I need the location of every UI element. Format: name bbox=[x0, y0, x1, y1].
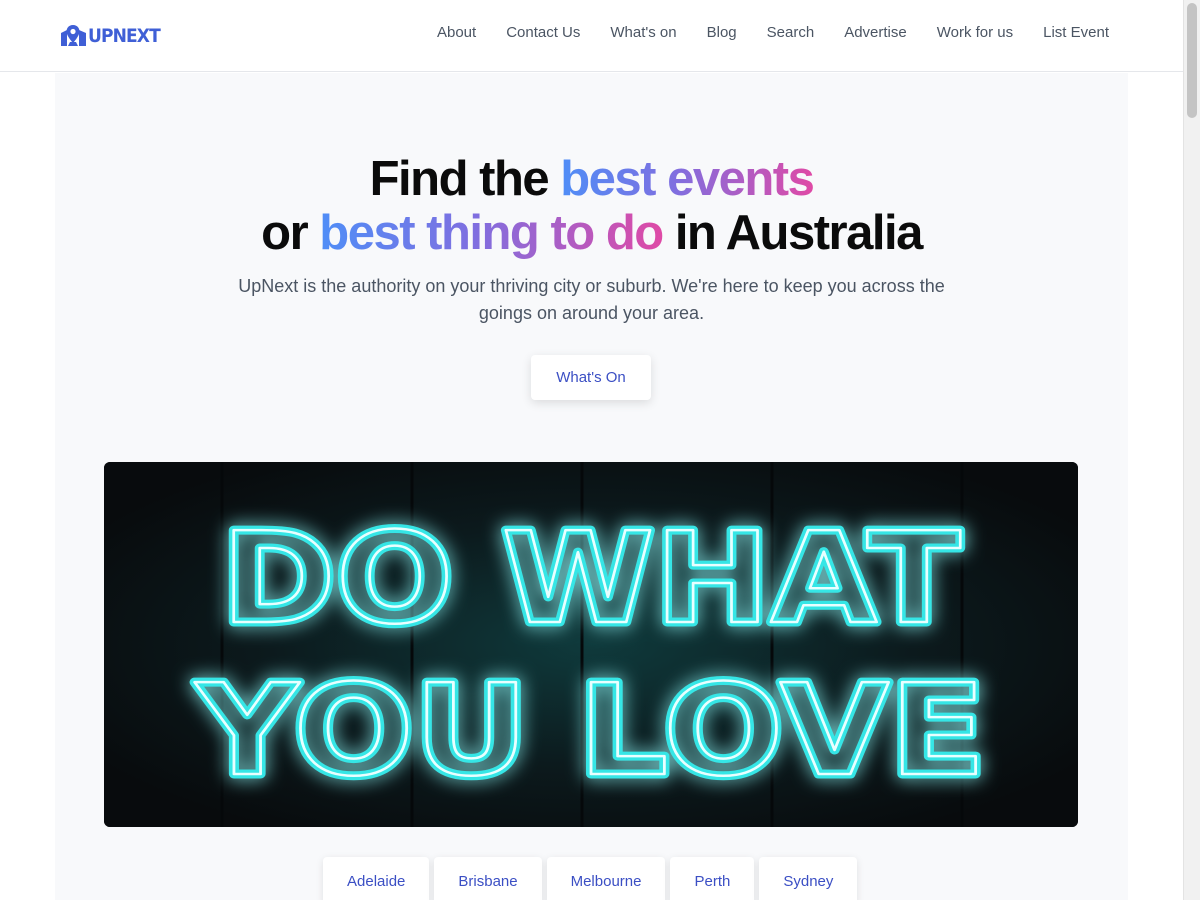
nav-link-list-event[interactable]: List Event bbox=[1043, 24, 1109, 41]
map-pin-icon bbox=[61, 25, 86, 46]
city-button-perth[interactable]: Perth bbox=[670, 857, 755, 900]
nav-link-work-for-us[interactable]: Work for us bbox=[937, 24, 1013, 41]
city-button-adelaide[interactable]: Adelaide bbox=[323, 857, 430, 900]
brand-name: UPNEXT bbox=[88, 25, 161, 47]
nav-link-search[interactable]: Search bbox=[767, 24, 815, 41]
nav-link-whats-on[interactable]: What's on bbox=[610, 24, 676, 41]
hero-subtitle: UpNext is the authority on your thriving… bbox=[238, 276, 945, 323]
nav-link-about[interactable]: About bbox=[437, 24, 476, 41]
nav-link-contact-us[interactable]: Contact Us bbox=[506, 24, 580, 41]
city-button-sydney[interactable]: Sydney bbox=[759, 857, 858, 900]
city-buttons: Adelaide Brisbane Melbourne Perth Sydney bbox=[323, 857, 862, 900]
hero-title-text: Find the bbox=[369, 152, 561, 206]
hero-section: Find the best events or best thing to do… bbox=[55, 73, 1128, 900]
nav-link-advertise[interactable]: Advertise bbox=[844, 24, 907, 41]
hero-title-text: or bbox=[261, 206, 320, 260]
neon-sign-image: DO WHAT DO WHAT YOU LOVE YOU LOVE bbox=[104, 462, 1078, 827]
neon-text-line2-core: YOU LOVE bbox=[194, 657, 986, 804]
hero-title-accent: best events bbox=[560, 152, 815, 206]
scrollbar-thumb[interactable] bbox=[1187, 3, 1197, 118]
neon-text-line1-core: DO WHAT bbox=[221, 505, 961, 652]
vertical-scrollbar[interactable] bbox=[1183, 0, 1200, 900]
hero-title-accent: best thing to do bbox=[319, 206, 664, 260]
brand-logo[interactable]: UPNEXT bbox=[60, 24, 168, 48]
city-button-melbourne[interactable]: Melbourne bbox=[546, 857, 666, 900]
nav-link-blog[interactable]: Blog bbox=[707, 24, 737, 41]
hero-title: Find the best events or best thing to do… bbox=[55, 152, 1128, 260]
page: UPNEXT About Contact Us What's on Blog S… bbox=[0, 0, 1183, 900]
hero-banner-image: DO WHAT DO WHAT YOU LOVE YOU LOVE bbox=[104, 462, 1078, 827]
city-button-brisbane[interactable]: Brisbane bbox=[434, 857, 542, 900]
site-header: UPNEXT About Contact Us What's on Blog S… bbox=[0, 0, 1183, 72]
main-nav: About Contact Us What's on Blog Search A… bbox=[407, 0, 1109, 64]
whats-on-button[interactable]: What's On bbox=[531, 355, 651, 400]
hero-title-text: in Australia bbox=[662, 206, 924, 260]
